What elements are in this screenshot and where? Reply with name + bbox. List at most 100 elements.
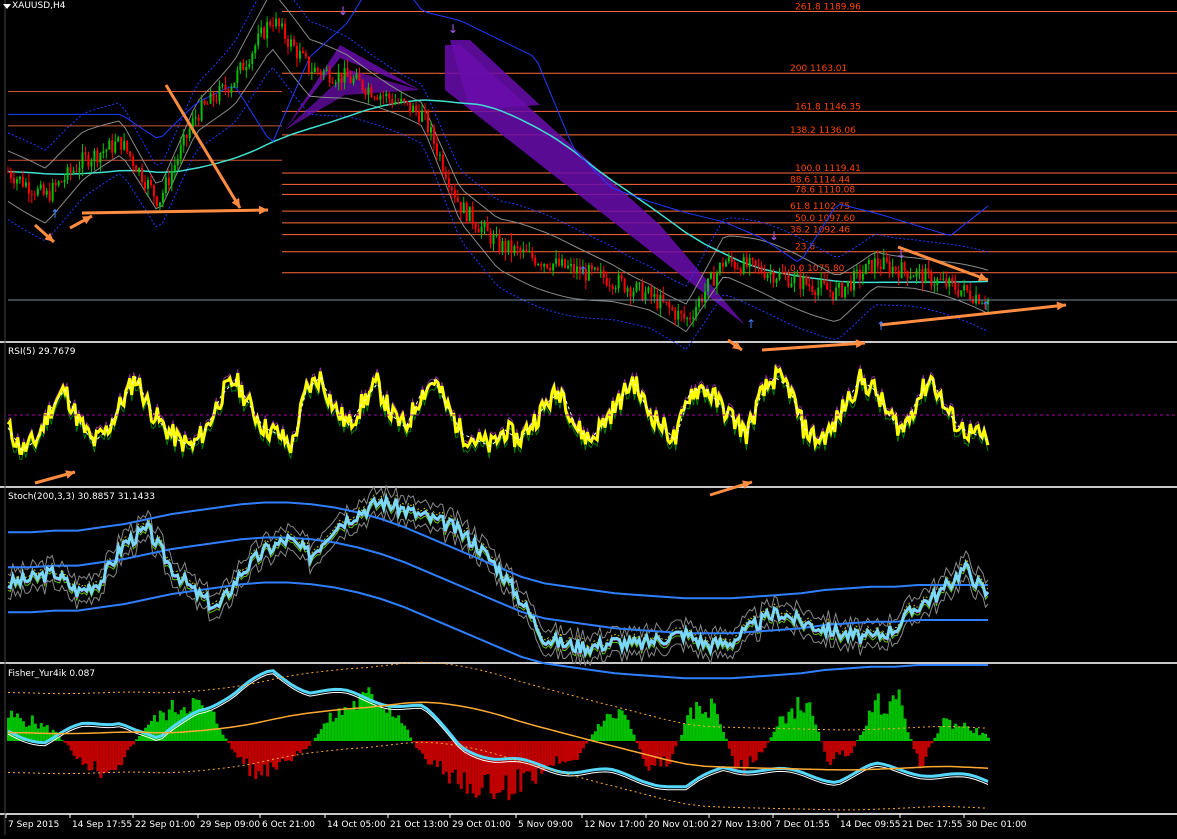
- candle-body: [126, 141, 128, 152]
- candle-body: [710, 273, 712, 278]
- candle-body: [641, 283, 643, 301]
- candle-body: [117, 137, 119, 142]
- fisher-bar: [823, 741, 826, 752]
- candle-body: [162, 193, 164, 202]
- fisher-bar: [752, 741, 755, 762]
- fisher-bar: [889, 701, 892, 741]
- candle-body: [201, 101, 203, 121]
- candle-body: [796, 274, 798, 276]
- fisher-bar: [737, 741, 740, 767]
- candle-body: [424, 110, 426, 111]
- chart-menu-arrow-icon[interactable]: [3, 4, 11, 9]
- fib-level-label: 161.8 1146.35: [795, 102, 861, 112]
- fisher-bar: [87, 741, 90, 771]
- fractal-marker: ↓: [896, 247, 906, 261]
- candle-body: [55, 183, 57, 185]
- candle-body: [454, 190, 456, 197]
- candle-body: [218, 86, 220, 101]
- fisher-bar: [871, 712, 874, 741]
- candle-body: [78, 168, 80, 172]
- fisher-bar: [787, 712, 790, 741]
- candle-body: [177, 159, 179, 165]
- fisher-bar: [168, 709, 171, 741]
- fisher-bar: [96, 741, 99, 771]
- candle-body: [311, 72, 313, 73]
- fisher-bar: [180, 710, 183, 741]
- fisher-bar: [70, 741, 73, 751]
- fisher-bar: [695, 702, 698, 741]
- stoch-main-line: [8, 498, 988, 654]
- candle-body: [671, 307, 673, 309]
- fisher-bar: [606, 714, 609, 741]
- fisher-bar: [811, 716, 814, 741]
- candle-body: [636, 283, 638, 291]
- fisher-bar: [183, 707, 186, 741]
- candle-body: [570, 264, 572, 266]
- fisher-bar: [356, 710, 359, 741]
- fisher-bar: [317, 734, 320, 741]
- candle-body: [49, 191, 51, 201]
- fisher-bar: [353, 701, 356, 741]
- fisher-bar: [490, 741, 493, 794]
- candle-body: [689, 318, 691, 319]
- fisher-bar: [207, 708, 210, 741]
- fisher-bar: [522, 741, 525, 773]
- fisher-bar: [251, 741, 254, 764]
- fisher-bar: [966, 726, 969, 741]
- candle-body: [367, 88, 369, 95]
- fisher-bar: [957, 727, 960, 741]
- fisher-bar: [844, 741, 847, 756]
- candle-body: [409, 102, 411, 112]
- fisher-bar: [129, 741, 132, 747]
- fisher-bar: [868, 711, 871, 741]
- candle-body: [248, 64, 250, 67]
- candle-body: [862, 274, 864, 280]
- fisher-bar: [421, 741, 424, 754]
- fisher-bar: [656, 741, 659, 759]
- fisher-bar: [793, 719, 796, 741]
- candle-body: [647, 287, 649, 292]
- fractal-marker: ↓: [769, 229, 779, 243]
- fib-level-label: 261.8 1189.96: [795, 3, 861, 13]
- fisher-bar: [213, 712, 216, 741]
- candle-body: [451, 187, 453, 190]
- candle-body: [67, 167, 69, 180]
- fisher-bar: [245, 741, 248, 758]
- candle-body: [883, 258, 885, 269]
- candle-body: [665, 302, 667, 303]
- candle-body: [43, 185, 45, 195]
- candle-body: [421, 110, 423, 121]
- fisher-bar: [746, 741, 749, 768]
- fisher-bar: [805, 703, 808, 741]
- x-tick-label: 14 Dec 09:55: [840, 820, 901, 830]
- candle-body: [317, 68, 319, 71]
- fisher-bar: [880, 715, 883, 741]
- candle-body: [561, 259, 563, 266]
- candle-body: [516, 246, 518, 248]
- candle-body: [877, 258, 879, 266]
- candle-body: [871, 260, 873, 273]
- fractal-marker: ↑: [876, 319, 886, 333]
- candle-body: [439, 155, 441, 156]
- fisher-bar: [963, 723, 966, 741]
- fisher-bar: [501, 741, 504, 790]
- candle-body: [61, 181, 63, 182]
- fisher-bar: [293, 741, 296, 756]
- candle-body: [653, 294, 655, 297]
- candle-body: [290, 39, 292, 46]
- fisher-bar: [338, 708, 341, 741]
- x-tick-label: 7 Dec 01:55: [775, 820, 830, 830]
- fisher-bar: [7, 718, 10, 741]
- fisher-bar: [913, 741, 916, 749]
- candle-body: [40, 185, 42, 189]
- candle-body: [224, 85, 226, 90]
- candle-body: [963, 285, 965, 290]
- fisher-bar: [680, 735, 683, 741]
- fisher-bar: [117, 741, 120, 765]
- candle-body: [275, 19, 277, 27]
- candle-body: [939, 279, 941, 280]
- fisher-bar: [123, 741, 126, 757]
- fisher-bar: [430, 741, 433, 765]
- candle-body: [743, 257, 745, 273]
- candle-body: [472, 207, 474, 224]
